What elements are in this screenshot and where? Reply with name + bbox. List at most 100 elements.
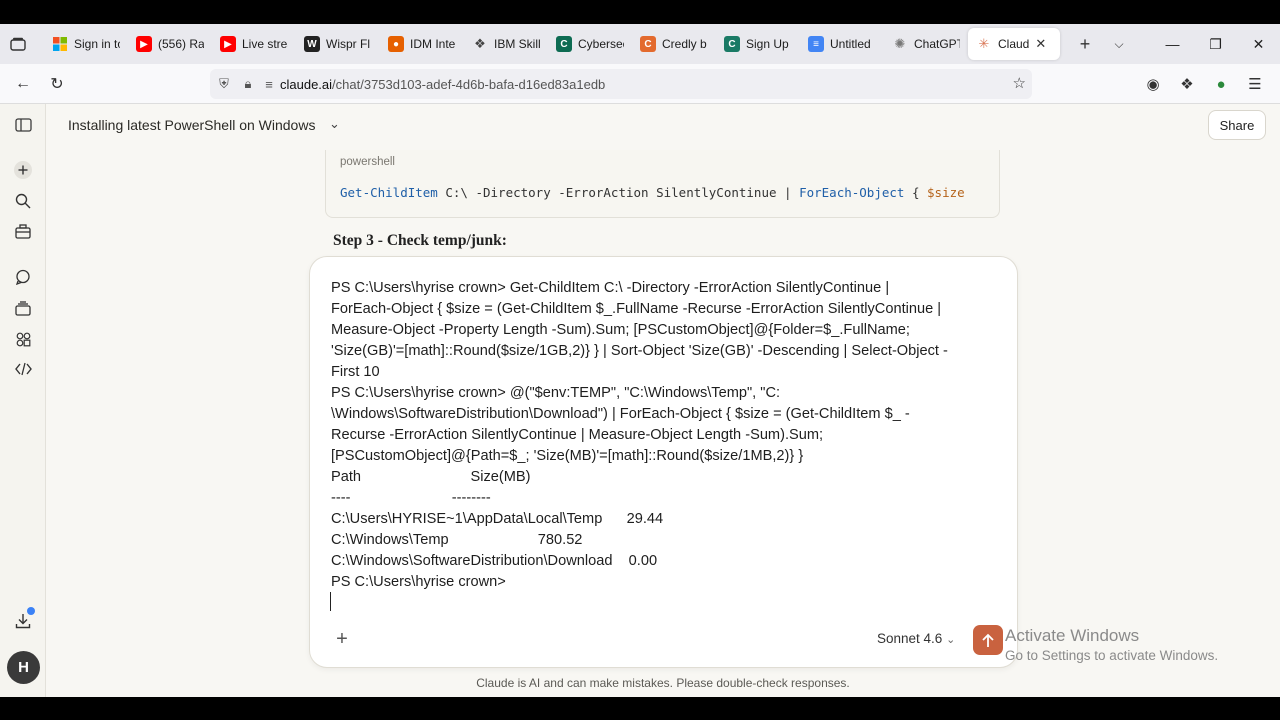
address-bar[interactable]: ⛨ 🔒︎ ≡ claude.ai/chat/3753d103-adef-4d6b…	[210, 69, 1032, 99]
ibm-icon: ❖	[474, 36, 486, 51]
composer-input-text[interactable]: PS C:\Users\hyrise crown> Get-ChildItem …	[331, 278, 1011, 593]
browser-tab[interactable]: Sign in to	[44, 28, 126, 60]
chevron-down-icon: ⌄	[946, 634, 956, 646]
browser-tab[interactable]: W Wispr Fl	[296, 28, 378, 60]
chatgpt-icon: ✺	[894, 36, 906, 51]
download-indicator-dot	[27, 607, 35, 615]
browser-tab[interactable]: ▶ Live strea	[212, 28, 294, 60]
tab-title: Untitled	[830, 37, 871, 51]
model-name: Sonnet 4.6	[877, 631, 943, 646]
tab-title: Credly b	[662, 37, 707, 51]
conversation-header: Installing latest PowerShell on Windows …	[46, 104, 1280, 148]
window-controls: — ❐ ✕	[1151, 24, 1280, 64]
browser-tab-strip: Sign in to ▶ (556) Ra ▶ Live strea W Wispr Fl ●…	[0, 24, 1280, 64]
minimize-button[interactable]: —	[1151, 24, 1194, 64]
code-language-label: powershell	[340, 156, 395, 168]
model-selector[interactable]: Sonnet 4.6 ⌄	[877, 631, 955, 646]
code-icon[interactable]	[8, 354, 38, 384]
browser-tab[interactable]: C Sign Up	[716, 28, 798, 60]
url-host: claude.ai	[280, 76, 333, 92]
menu-icon[interactable]: ☰	[1238, 68, 1272, 100]
tab-title: Cybersec	[578, 37, 624, 51]
arrow-up-icon	[982, 633, 994, 647]
coursera-icon: C	[724, 36, 740, 52]
youtube-icon: ▶	[136, 36, 152, 52]
browser-tab[interactable]: C Cybersec	[548, 28, 630, 60]
wispr-icon: W	[304, 36, 320, 52]
screen-top-border	[0, 0, 1280, 24]
tab-title: (556) Ra	[158, 37, 204, 51]
firefox-icon: ●	[388, 36, 404, 52]
activation-title: Activate Windows	[1005, 626, 1140, 645]
code-token: Get-ChildItem	[340, 185, 438, 200]
code-token: C:\ -Directory -ErrorAction SilentlyCont…	[437, 185, 800, 200]
maximize-button[interactable]: ❐	[1194, 24, 1237, 64]
tab-title: Claud	[998, 37, 1030, 51]
browser-tab[interactable]: C Credly b	[632, 28, 714, 60]
site-permissions-icon[interactable]: ≡	[258, 77, 280, 92]
browser-tab[interactable]: ✳ Claud ✕	[968, 28, 1060, 60]
new-chat-icon[interactable]	[8, 155, 38, 185]
disclaimer-text: Claude is AI and can make mistakes. Plea…	[476, 676, 850, 690]
claude-app: H Installing latest PowerShell on Window…	[0, 104, 1280, 697]
extensions-icon[interactable]: ❖	[1170, 68, 1204, 100]
conversation-title[interactable]: Installing latest PowerShell on Windows	[68, 117, 315, 133]
code-line: Get-ChildItem C:\ -Directory -ErrorActio…	[340, 185, 965, 200]
code-token: {	[904, 185, 928, 200]
step-heading: Step 3 - Check temp/junk:	[333, 232, 507, 249]
add-attachment-plus-icon[interactable]: +	[330, 627, 354, 651]
tab-manager-icon[interactable]	[0, 24, 36, 64]
share-button[interactable]: Share	[1208, 110, 1266, 140]
toolbar-right: ◉ ❖ ● ☰	[1136, 68, 1272, 100]
left-sidebar: H	[0, 104, 46, 697]
browser-toolbar: ← ↻ ⛨ 🔒︎ ≡ claude.ai/chat/3753d103-adef-…	[0, 64, 1280, 104]
library-stack-icon[interactable]	[8, 293, 38, 323]
screen-bottom-border	[0, 697, 1280, 720]
close-window-button[interactable]: ✕	[1237, 24, 1280, 64]
tab-title: ChatGPT	[914, 37, 960, 51]
list-all-tabs-button[interactable]: ⌵	[1104, 29, 1134, 59]
url-path: /chat/3753d103-adef-4d6b-bafa-d16ed83a1e…	[332, 76, 606, 92]
tab-title: Wispr Fl	[326, 37, 370, 51]
toggle-sidebar-icon[interactable]	[8, 110, 38, 140]
code-token: ForEach-Object	[799, 185, 905, 200]
code-block: powershell Get-ChildItem C:\ -Directory …	[325, 150, 1000, 218]
search-icon[interactable]	[8, 186, 38, 216]
windows-activation-watermark: Activate Windows Go to Settings to activ…	[1005, 626, 1218, 663]
message-composer[interactable]: PS C:\Users\hyrise crown> Get-ChildItem …	[309, 256, 1018, 668]
cybersec-icon: C	[556, 36, 572, 52]
tab-title: IDM Inte	[410, 37, 456, 51]
browser-tab[interactable]: ✺ ChatGPT	[884, 28, 966, 60]
projects-briefcase-icon[interactable]	[8, 216, 38, 246]
browser-tab[interactable]: ▶ (556) Ra	[128, 28, 210, 60]
activation-subtitle: Go to Settings to activate Windows.	[1005, 648, 1219, 663]
back-button[interactable]: ←	[6, 68, 40, 100]
lock-icon[interactable]: 🔒︎	[238, 76, 258, 92]
credly-icon: C	[640, 36, 656, 52]
close-tab-icon[interactable]: ✕	[1035, 36, 1046, 52]
microsoft-icon	[52, 36, 68, 52]
browser-tab[interactable]: ● IDM Inte	[380, 28, 462, 60]
bookmark-star-icon[interactable]: ☆	[1013, 74, 1026, 92]
tab-title: Live strea	[242, 37, 288, 51]
new-tab-button[interactable]: +	[1070, 29, 1100, 59]
tab-title: Sign in to	[74, 37, 120, 51]
youtube-icon: ▶	[220, 36, 236, 52]
artifacts-grid-icon[interactable]	[8, 324, 38, 354]
tab-list: Sign in to ▶ (556) Ra ▶ Live strea W Wispr Fl ●…	[36, 24, 1062, 64]
reload-button[interactable]: ↻	[40, 68, 74, 100]
claude-icon: ✳	[978, 36, 990, 51]
browser-tab[interactable]: ≡ Untitled	[800, 28, 882, 60]
account-icon[interactable]: ◉	[1136, 68, 1170, 100]
chats-bubble-icon[interactable]	[8, 262, 38, 292]
vpn-globe-icon[interactable]: ●	[1204, 68, 1238, 100]
text-caret	[330, 592, 331, 611]
tab-title: IBM Skill	[494, 37, 540, 51]
shield-icon[interactable]: ⛨	[210, 76, 238, 92]
send-button[interactable]	[973, 625, 1003, 655]
docs-icon: ≡	[808, 36, 824, 52]
browser-tab[interactable]: ❖ IBM Skill	[464, 28, 546, 60]
tab-title: Sign Up	[746, 37, 789, 51]
code-token: $size	[927, 185, 965, 200]
chevron-down-icon[interactable]: ⌄	[329, 116, 340, 132]
